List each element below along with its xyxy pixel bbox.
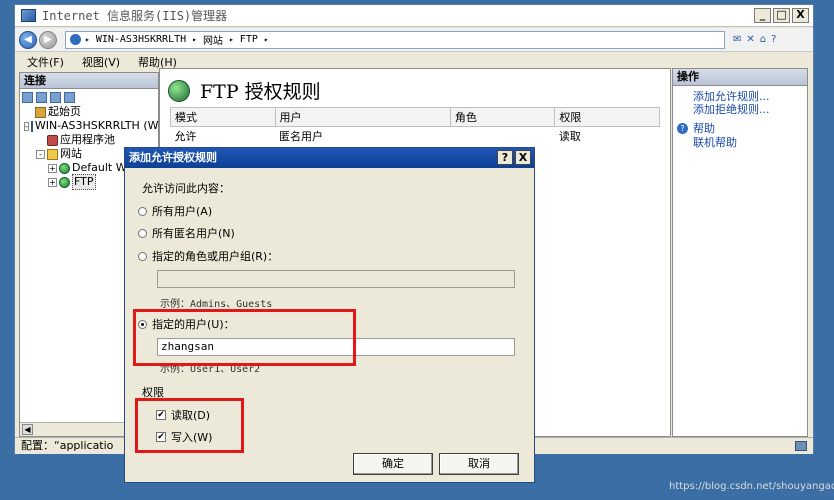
help-icon[interactable]: ? (771, 34, 776, 45)
cell-permissions: 读取 (558, 130, 581, 143)
refresh-icon[interactable] (64, 91, 75, 103)
add-allow-rule-dialog: 添加允许授权规则 ? X 允许访问此内容： 所有用户(A) 所有匿名用户(N) … (124, 147, 535, 483)
dialog-body: 允许访问此内容： 所有用户(A) 所有匿名用户(N) 指定的角色或用户组(R)：… (125, 168, 534, 484)
help-icon: ? (677, 122, 688, 134)
app-pool-icon (47, 134, 58, 146)
highlight-users-box (133, 309, 356, 366)
forward-arrow-icon[interactable]: ▶ (39, 30, 57, 49)
menu-view[interactable]: 视图(V) (82, 54, 120, 70)
column-roles[interactable]: 角色 (449, 107, 556, 127)
panel-title: FTP 授权规则 (168, 77, 321, 104)
table-row[interactable]: 允许 匿名用户 读取 (171, 127, 660, 146)
tree-item-label: 网站 (60, 147, 82, 160)
actions-header: 操作 (673, 69, 807, 86)
tree-item[interactable]: 应用程序池 (24, 133, 158, 147)
stop-icon[interactable]: ✕ (746, 34, 754, 45)
radio-anonymous-users[interactable]: 所有匿名用户(N) (138, 225, 235, 241)
dialog-title: 添加允许授权规则 (129, 151, 217, 164)
roles-input[interactable] (157, 270, 515, 288)
home-icon (35, 106, 46, 118)
up-icon[interactable] (50, 91, 61, 103)
dialog-controls: ? X (497, 150, 531, 165)
dialog-title-bar: 添加允许授权规则 ? X (125, 148, 534, 168)
collapse-icon[interactable]: - (36, 149, 45, 159)
save-icon[interactable] (36, 91, 47, 103)
radio-dot[interactable] (138, 206, 147, 216)
tree-item-label: FTP (72, 174, 96, 190)
breadcrumb-ftp[interactable]: FTP (240, 34, 258, 45)
radio-label: 指定的角色或用户组(R)： (152, 250, 279, 263)
title-bar: Internet 信息服务(IIS)管理器 _ □ X (15, 5, 813, 27)
online-help-link[interactable]: 联机帮助 (673, 136, 807, 149)
tree-item-label: Default W (72, 161, 127, 174)
tree-item-label: WIN-AS3HSKRRLTH (W (34, 119, 159, 132)
column-users[interactable]: 用户 (274, 107, 451, 127)
back-arrow-icon[interactable]: ◀ (19, 30, 37, 49)
tree-item-label: 起始页 (48, 105, 81, 118)
breadcrumb-sites[interactable]: 网站 (203, 32, 223, 47)
ok-button[interactable]: 确定 (353, 453, 433, 475)
actions-pane: 操作 添加允许规则... 添加拒绝规则... ? 帮助 联机帮助 (672, 68, 808, 437)
breadcrumb-server[interactable]: WIN-AS3HSKRRLTH (96, 34, 186, 45)
tree-item-label: 应用程序池 (60, 133, 115, 146)
window-title: Internet 信息服务(IIS)管理器 (42, 9, 228, 23)
globe-icon (59, 176, 70, 188)
help-row: ? 帮助 (673, 120, 807, 136)
expand-icon[interactable]: + (48, 177, 57, 187)
globe-icon (70, 34, 81, 45)
minimize-button[interactable]: _ (754, 8, 771, 23)
connections-toolbar (20, 89, 158, 105)
cell-roles (450, 127, 555, 146)
add-deny-rule-link[interactable]: 添加拒绝规则... (673, 103, 807, 116)
folder-icon (47, 148, 58, 160)
help-link[interactable]: 帮助 (693, 120, 715, 136)
window-controls: _ □ X (754, 8, 809, 23)
cancel-button[interactable]: 取消 (439, 453, 519, 475)
tree-item[interactable]: 起始页 (24, 105, 158, 119)
dialog-close-button[interactable]: X (515, 150, 531, 165)
expand-icon[interactable]: + (48, 163, 57, 173)
add-allow-rule-link[interactable]: 添加允许规则... (673, 90, 807, 103)
dialog-help-button[interactable]: ? (497, 150, 513, 165)
highlight-permissions-box (135, 398, 244, 453)
column-mode[interactable]: 模式 (170, 107, 276, 127)
ftp-globe-icon (168, 79, 190, 102)
maximize-button[interactable]: □ (773, 8, 790, 23)
address-bar: ◀ ▶ ▸ WIN-AS3HSKRRLTH ▸ 网站 ▸ FTP ▸ ✉ ✕ ⌂… (15, 28, 813, 52)
radio-all-users[interactable]: 所有用户(A) (138, 203, 212, 219)
radio-roles[interactable]: 指定的角色或用户组(R)： (138, 248, 278, 264)
column-permissions[interactable]: 权限 (554, 107, 660, 127)
separator-arrow: ▸ (85, 35, 90, 44)
status-text: 配置：“applicatio (21, 439, 114, 452)
connect-icon[interactable] (22, 91, 33, 103)
iis-app-icon (21, 9, 36, 22)
close-button[interactable]: X (792, 8, 809, 23)
radio-dot[interactable] (138, 228, 147, 238)
mail-icon[interactable]: ✉ (733, 34, 741, 45)
watermark: https://blog.csdn.net/shouyangao (669, 481, 834, 492)
separator-arrow: ▸ (192, 35, 197, 44)
collapse-icon[interactable]: - (24, 121, 29, 131)
access-label: 允许访问此内容： (142, 182, 230, 195)
address-tools: ✉ ✕ ⌂ ? (733, 34, 776, 45)
home-icon[interactable]: ⌂ (760, 34, 766, 45)
roles-example: 示例：Admins、Guests (160, 299, 273, 310)
cell-mode: 允许 (174, 130, 197, 143)
panel-title-text: FTP 授权规则 (200, 81, 321, 103)
server-icon (30, 120, 33, 132)
network-status-icon (795, 441, 807, 451)
radio-dot[interactable] (138, 251, 147, 261)
rules-table: 模式 用户 角色 权限 允许 匿名用户 读取 (170, 107, 660, 145)
cell-users: 匿名用户 (279, 130, 324, 143)
connections-header: 连接 (20, 73, 158, 89)
radio-label: 所有匿名用户(N) (152, 227, 235, 240)
radio-label: 所有用户(A) (152, 205, 213, 218)
menu-file[interactable]: 文件(F) (27, 54, 64, 70)
address-path[interactable]: ▸ WIN-AS3HSKRRLTH ▸ 网站 ▸ FTP ▸ (65, 30, 725, 49)
globe-icon (59, 162, 70, 174)
separator-arrow: ▸ (263, 35, 269, 44)
scroll-left-icon[interactable]: ◀ (22, 424, 33, 435)
separator-arrow: ▸ (228, 35, 234, 44)
tree-item[interactable]: - WIN-AS3HSKRRLTH (W (24, 119, 159, 133)
